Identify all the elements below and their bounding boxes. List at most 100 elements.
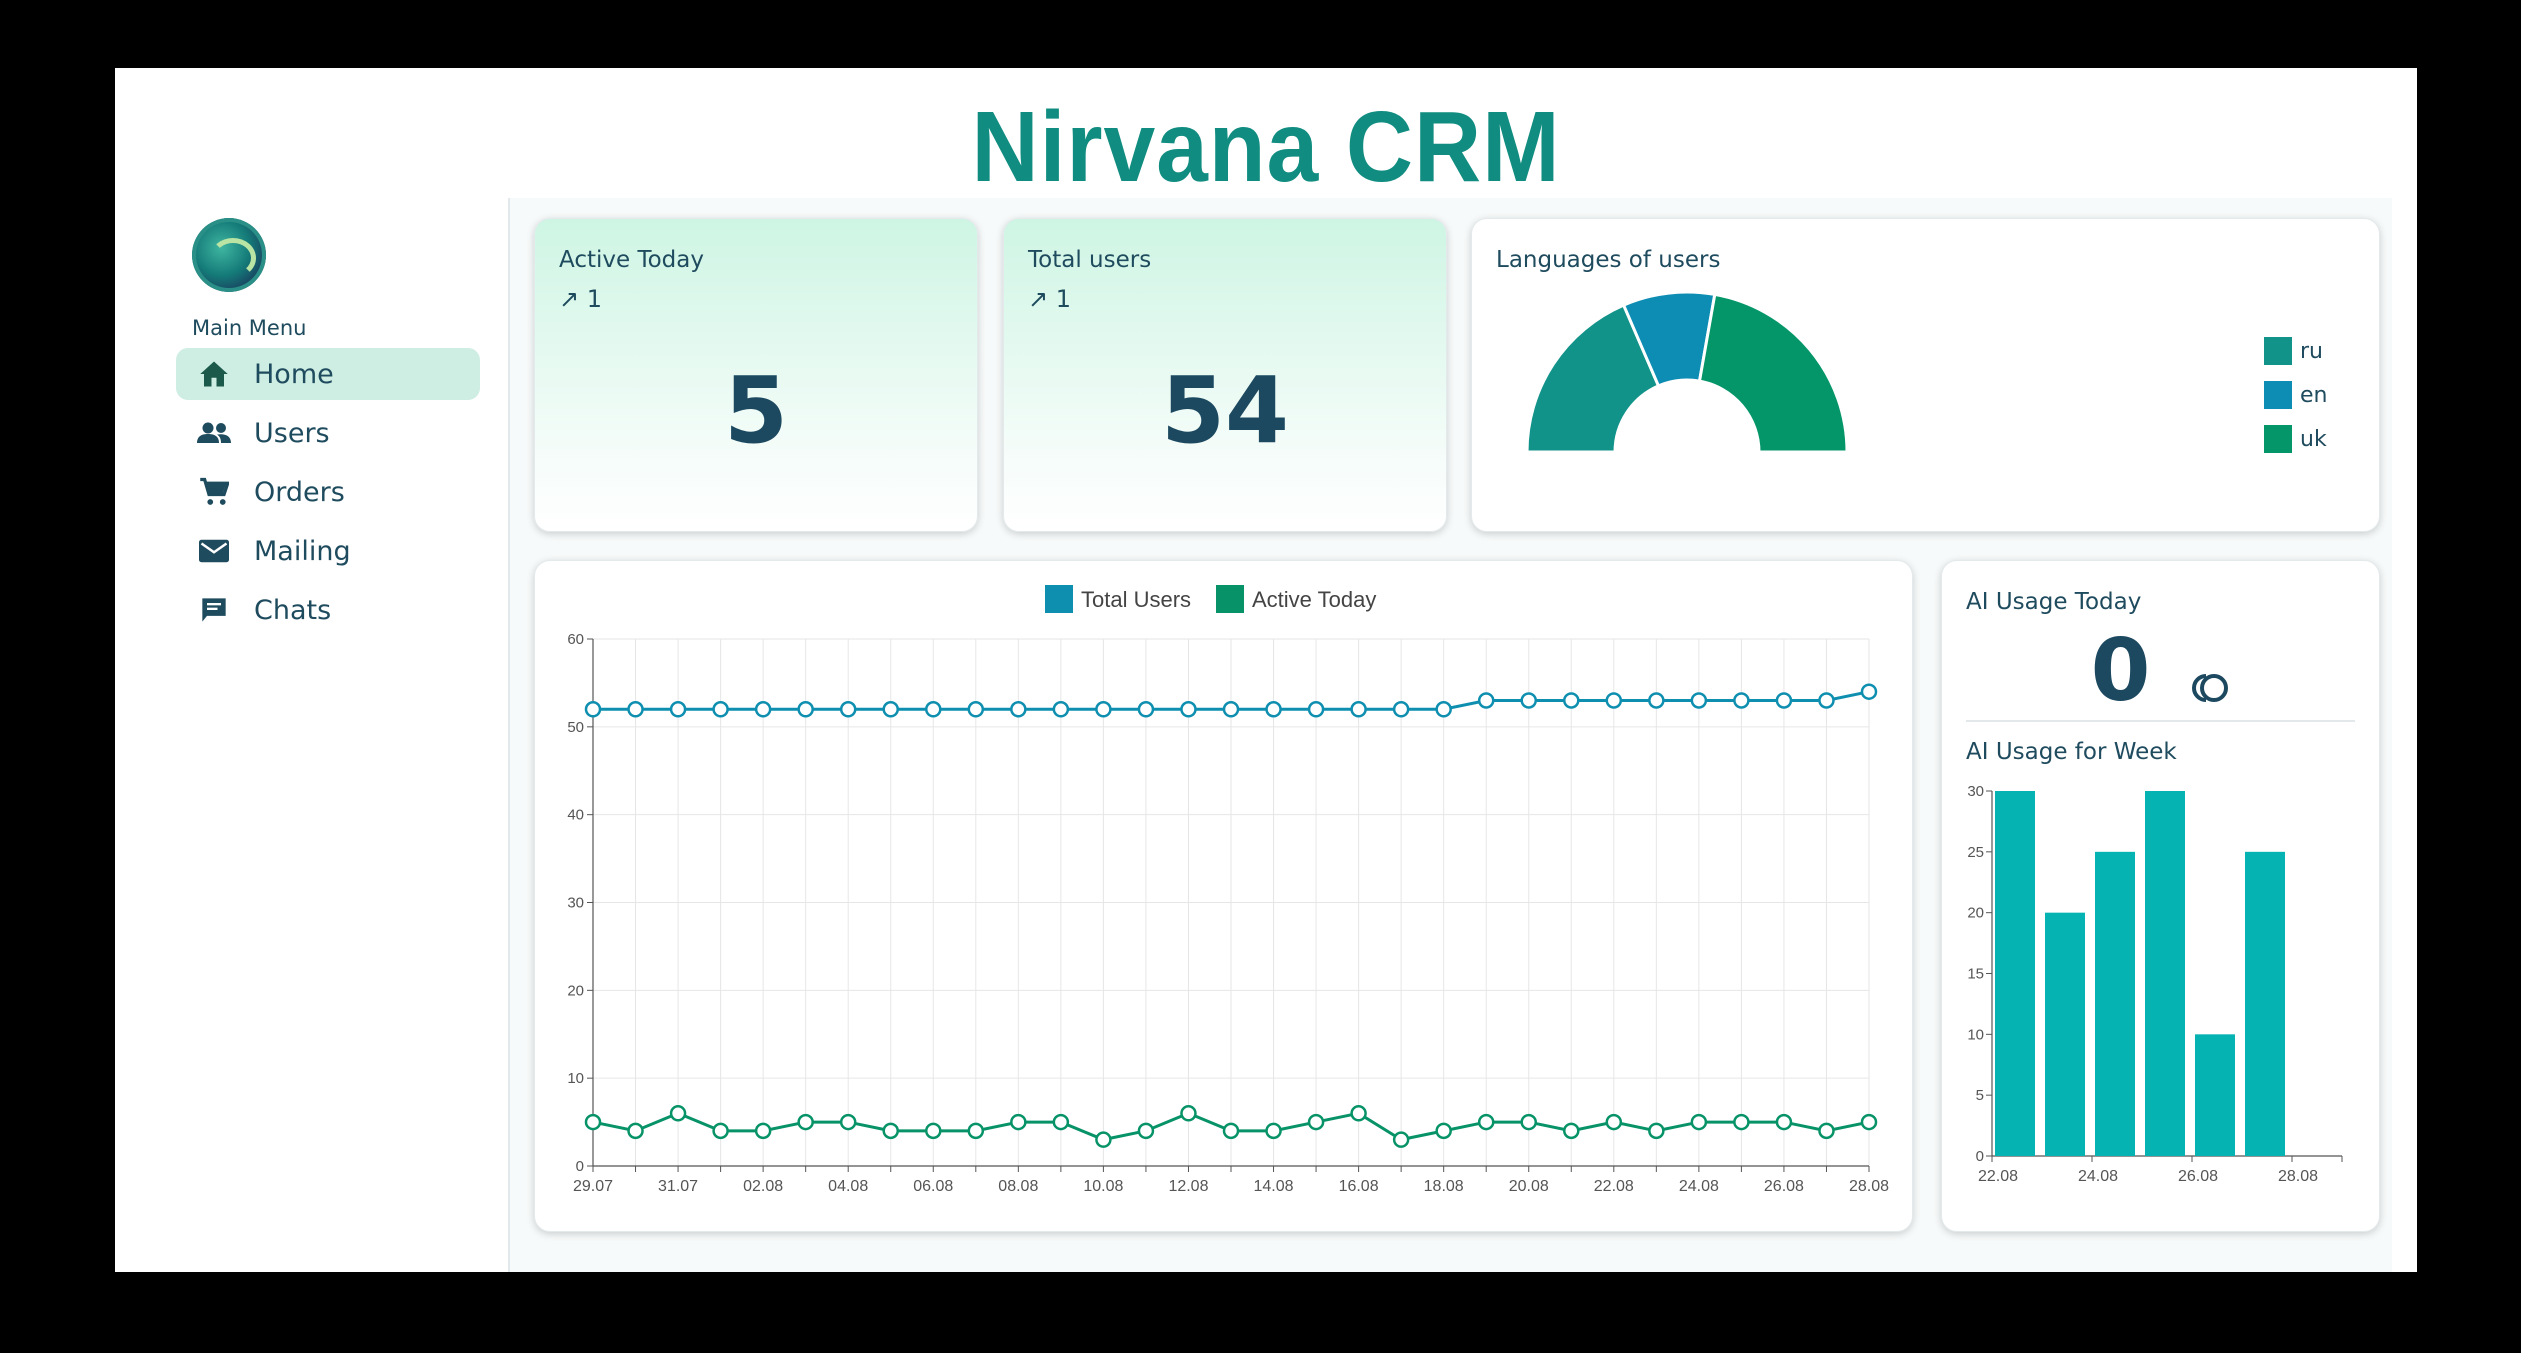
data-point	[797, 701, 814, 718]
legend-swatch	[2264, 425, 2292, 453]
data-point	[1392, 1131, 1410, 1148]
data-point	[1095, 1131, 1112, 1148]
y-tick-label: 10	[1967, 1026, 1984, 1043]
app-window: Nirvana CRM Main Menu Home Users Orders …	[115, 68, 2417, 1272]
data-point	[1350, 701, 1367, 718]
data-point	[1563, 1122, 1580, 1140]
data-point	[1180, 701, 1197, 718]
bar-23.08	[2045, 912, 2085, 1156]
legend-label: ru	[2300, 338, 2323, 364]
data-point	[1222, 701, 1240, 718]
data-point	[1265, 701, 1282, 718]
ai-week-bar-chart: 0 5 10 15 20 25 30 22.08 24.08 26.08 28.08	[1967, 783, 2343, 1185]
data-point	[754, 1122, 772, 1140]
trend-indicator: ↗ 1	[559, 285, 603, 313]
y-tick-label: 30	[1967, 783, 1984, 800]
data-point	[1477, 1113, 1495, 1131]
data-point	[839, 1113, 857, 1131]
home-icon	[196, 358, 232, 390]
data-point	[712, 701, 729, 718]
data-point	[1563, 692, 1580, 709]
data-point	[967, 1122, 985, 1140]
data-point	[1690, 1113, 1708, 1131]
sidebar-item-label: Users	[254, 417, 330, 449]
legend-item-en[interactable]: en	[2264, 373, 2327, 417]
trend-indicator: ↗ 1	[1028, 285, 1072, 313]
users-line-chart: 0 10 20 30 40 50 60 29.07 31.07 02.08 04.08 06.08 08…	[567, 585, 1889, 1195]
legend-swatch	[2264, 337, 2292, 365]
data-point	[627, 1122, 644, 1140]
active-today-value: 5	[723, 357, 788, 464]
sidebar-item-home[interactable]: Home	[176, 348, 480, 400]
languages-legend: ru en uk	[2264, 329, 2327, 461]
data-point	[1818, 692, 1835, 709]
data-point	[1010, 701, 1027, 718]
data-point	[1180, 1105, 1197, 1122]
ai-usage-card: AI Usage Today 0 AI Usage for Week 0 5 10 1…	[1941, 560, 2380, 1232]
ai-today-value: 0	[1942, 621, 2379, 727]
data-point	[1860, 1113, 1878, 1131]
y-tick-label: 0	[1976, 1148, 1984, 1165]
y-tick-label: 50	[567, 719, 584, 736]
active-today-card: Active Today ↗ 1 5	[534, 218, 978, 532]
bar-25.08	[2145, 791, 2185, 1156]
data-point	[1775, 692, 1793, 709]
data-point	[925, 1122, 942, 1140]
legend-item-ru[interactable]: ru	[2264, 329, 2327, 373]
sidebar-item-chats[interactable]: Chats	[176, 584, 480, 636]
sidebar-item-label: Chats	[254, 594, 332, 626]
data-point	[839, 701, 857, 718]
x-tick-label: 02.08	[743, 1178, 783, 1195]
main-area: Main Menu Home Users Orders Mailing Chat…	[130, 198, 2392, 1272]
data-point	[1435, 1122, 1452, 1140]
sidebar: Main Menu Home Users Orders Mailing Chat…	[130, 198, 510, 1272]
data-point	[1860, 683, 1878, 700]
x-tick-label: 14.08	[1254, 1178, 1294, 1195]
data-point	[1775, 1113, 1793, 1131]
data-point	[1350, 1105, 1367, 1122]
sidebar-item-users[interactable]: Users	[176, 407, 480, 459]
legend-swatch	[2264, 381, 2292, 409]
sidebar-item-label: Home	[254, 358, 334, 390]
x-tick-label: 04.08	[828, 1178, 868, 1195]
x-tick-label: 22.08	[1978, 1168, 2018, 1185]
bar-24.08	[2095, 851, 2135, 1156]
data-point	[882, 701, 899, 718]
data-point	[669, 1105, 687, 1122]
legend-swatch	[1045, 585, 1073, 613]
data-point	[1690, 692, 1708, 709]
data-point	[712, 1122, 729, 1140]
app-title: Nirvana CRM	[971, 91, 1561, 203]
sidebar-item-mailing[interactable]: Mailing	[176, 525, 480, 577]
data-point	[1648, 1122, 1665, 1140]
data-point	[1818, 1122, 1835, 1140]
sidebar-item-label: Mailing	[254, 535, 351, 567]
x-tick-label: 20.08	[1509, 1178, 1549, 1195]
sidebar-item-orders[interactable]: Orders	[176, 466, 480, 518]
x-tick-label: 10.08	[1083, 1178, 1123, 1195]
data-point	[1520, 692, 1537, 709]
legend-item-uk[interactable]: uk	[2264, 417, 2327, 461]
data-point	[1520, 1113, 1537, 1131]
x-tick-label: 28.08	[1849, 1178, 1889, 1195]
data-point	[1137, 701, 1155, 718]
data-point	[1010, 1113, 1027, 1131]
data-point	[1605, 1113, 1623, 1131]
y-tick-label: 30	[567, 895, 584, 912]
ai-today-title: AI Usage Today	[1966, 589, 2142, 615]
data-point	[1392, 701, 1410, 718]
x-tick-label: 08.08	[998, 1178, 1038, 1195]
x-tick-label: 26.08	[2178, 1168, 2218, 1185]
bar-26.08	[2195, 1034, 2235, 1156]
data-point	[1222, 1122, 1240, 1140]
y-tick-label: 25	[1967, 844, 1984, 861]
data-point	[1435, 701, 1452, 718]
pie-slice-uk	[1697, 292, 1849, 454]
y-tick-label: 10	[567, 1070, 584, 1087]
data-point	[1307, 1113, 1325, 1131]
y-tick-label: 40	[567, 807, 584, 824]
logo	[192, 218, 266, 292]
divider	[1966, 720, 2355, 722]
x-tick-label: 22.08	[1594, 1178, 1634, 1195]
legend-label: en	[2300, 382, 2328, 408]
